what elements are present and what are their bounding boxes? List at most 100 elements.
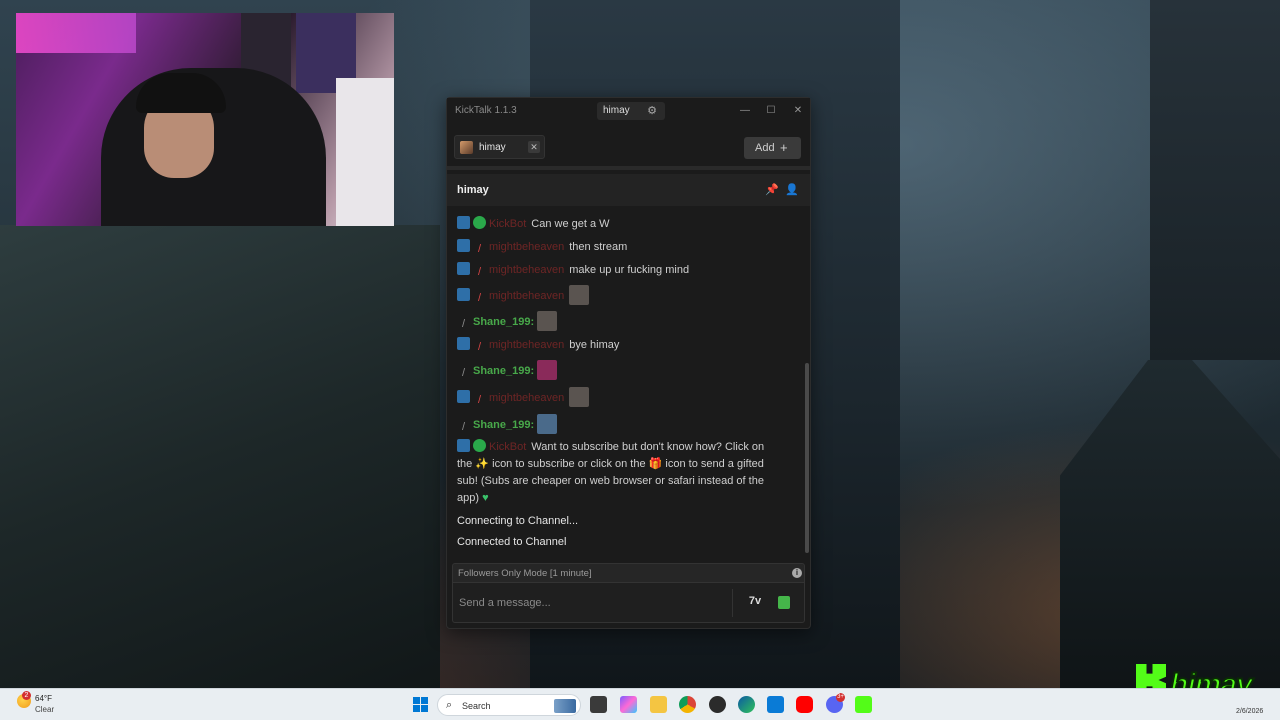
chat-message: / Shane_199:	[457, 311, 797, 331]
heart-icon: ♥	[482, 492, 489, 504]
chat-username[interactable]: KickBot	[489, 218, 526, 230]
sword-badge-icon: /	[477, 266, 482, 278]
pin-icon[interactable]: 📌	[765, 183, 779, 197]
chat-message: KickBot Want to subscribe but don't know …	[457, 439, 797, 507]
chat-text: icon to send a gifted	[665, 458, 764, 470]
edge-icon[interactable]	[738, 696, 755, 713]
kick-emote-icon[interactable]	[778, 596, 790, 609]
wallpaper-spire	[1060, 360, 1280, 690]
chat-username[interactable]: mightbeheaven	[489, 290, 564, 302]
add-chatroom-button[interactable]: Add +	[744, 137, 801, 159]
search-icon: ⌕	[446, 699, 453, 711]
copilot-icon[interactable]	[620, 696, 637, 713]
user-icon[interactable]: 👤	[785, 183, 799, 197]
maximize-button[interactable]: ☐	[764, 104, 778, 118]
sword-badge-icon: /	[477, 341, 482, 353]
tab-label: himay	[479, 142, 506, 153]
chat-message: / mightbeheaven make up ur fucking mind	[457, 262, 797, 279]
minimize-button[interactable]: —	[738, 104, 752, 118]
system-message: Connected to Channel	[457, 536, 567, 548]
gear-icon[interactable]: ⚙	[645, 104, 659, 118]
taskbar-date[interactable]: 2/6/2026	[1236, 708, 1263, 715]
emote	[537, 414, 558, 434]
plus-icon: +	[780, 140, 788, 155]
chat-username[interactable]: KickBot	[489, 441, 526, 453]
weather-temp[interactable]: 64°F	[35, 694, 52, 703]
sword-badge-icon: /	[477, 394, 482, 406]
close-button[interactable]: ✕	[791, 104, 805, 118]
chat-message: KickBot Can we get a W	[457, 216, 797, 233]
taskbar-search[interactable]: ⌕ Search	[437, 694, 581, 716]
chat-username[interactable]: mightbeheaven	[489, 392, 564, 404]
tab-himay[interactable]: himay ✕	[454, 135, 545, 159]
chat-scrollbar[interactable]	[805, 363, 809, 553]
add-button-label: Add	[755, 142, 775, 154]
pin-badge-icon	[457, 390, 470, 403]
chat-username[interactable]: Shane_199:	[473, 316, 534, 328]
sword-badge-icon: /	[477, 243, 482, 255]
pin-badge-icon	[457, 288, 470, 301]
chat-text: sub! (Subs are cheaper on web browser or…	[457, 475, 764, 487]
chatroom-tab-bar: himay ✕ Add +	[447, 124, 810, 170]
pin-badge-icon	[457, 337, 470, 350]
message-input[interactable]	[459, 591, 724, 615]
pin-badge-icon	[457, 239, 470, 252]
channel-name: himay	[457, 184, 489, 196]
sword-badge-icon: /	[461, 421, 466, 433]
chat-messages[interactable]: KickBot Can we get a W / mightbeheaven then…	[447, 206, 805, 556]
chat-username[interactable]: Shane_199:	[473, 365, 534, 377]
weather-condition[interactable]: Clear	[35, 705, 54, 714]
message-composer: 7v	[452, 583, 805, 623]
close-icon[interactable]: ✕	[528, 141, 540, 153]
emote	[537, 360, 558, 380]
search-highlight-icon	[554, 699, 576, 713]
emote	[569, 285, 590, 305]
sword-badge-icon: /	[477, 292, 482, 304]
chat-text: the	[457, 458, 473, 470]
chat-message: / Shane_199:	[457, 360, 797, 380]
file-explorer-icon[interactable]	[650, 696, 667, 713]
webcam-overlay	[16, 13, 394, 226]
chat-text: then stream	[569, 241, 628, 253]
sparkle-icon: ✨	[475, 458, 490, 470]
chat-username[interactable]: Shane_199:	[473, 419, 534, 431]
chat-text: make up ur fucking mind	[569, 264, 690, 276]
gift-icon: 🎁	[648, 458, 663, 470]
avatar	[460, 141, 473, 154]
chat-text: app)	[457, 492, 480, 504]
pin-badge-icon	[457, 439, 470, 452]
app-title: KickTalk 1.1.3	[455, 105, 517, 116]
chat-message: / mightbeheaven	[457, 387, 797, 407]
verified-badge-icon	[473, 216, 486, 229]
chat-username[interactable]: mightbeheaven	[489, 339, 564, 351]
task-view-icon[interactable]	[590, 696, 607, 713]
title-bar[interactable]: KickTalk 1.1.3 himay ⚙ — ☐ ✕	[447, 98, 810, 124]
chrome-icon[interactable]	[679, 696, 696, 713]
user-pill-label: himay	[603, 105, 630, 116]
system-message: Connecting to Channel...	[457, 515, 579, 527]
pin-badge-icon	[457, 216, 470, 229]
kicktalk-window: KickTalk 1.1.3 himay ⚙ — ☐ ✕ himay ✕ Add…	[446, 97, 811, 629]
chat-text: Can we get a W	[531, 218, 610, 230]
chat-message: / Shane_199:	[457, 414, 797, 434]
wallpaper-cliff	[1150, 0, 1280, 360]
chat-text: Want to subscribe but don't know how? Cl…	[531, 441, 765, 453]
kick-app-icon[interactable]	[855, 696, 872, 713]
youtube-icon[interactable]	[796, 696, 813, 713]
discord-icon[interactable]: 3+	[826, 693, 845, 713]
followers-only-label: Followers Only Mode [1 minute]	[458, 568, 592, 579]
obs-icon[interactable]	[709, 696, 726, 713]
chat-username[interactable]: mightbeheaven	[489, 241, 564, 253]
pin-badge-icon	[457, 262, 470, 275]
7tv-emote-icon[interactable]: 7v	[746, 595, 764, 611]
followers-only-banner: Followers Only Mode [1 minute] i	[452, 563, 805, 583]
webcam-pc-case	[336, 78, 394, 226]
store-icon[interactable]	[767, 696, 784, 713]
wallpaper-building	[0, 225, 440, 690]
sword-badge-icon: /	[461, 367, 466, 379]
chat-username[interactable]: mightbeheaven	[489, 264, 564, 276]
webcam-led-light	[16, 13, 136, 53]
user-pill[interactable]: himay ⚙	[597, 102, 665, 120]
info-icon[interactable]: i	[792, 568, 802, 578]
windows-start-icon[interactable]	[413, 697, 428, 712]
